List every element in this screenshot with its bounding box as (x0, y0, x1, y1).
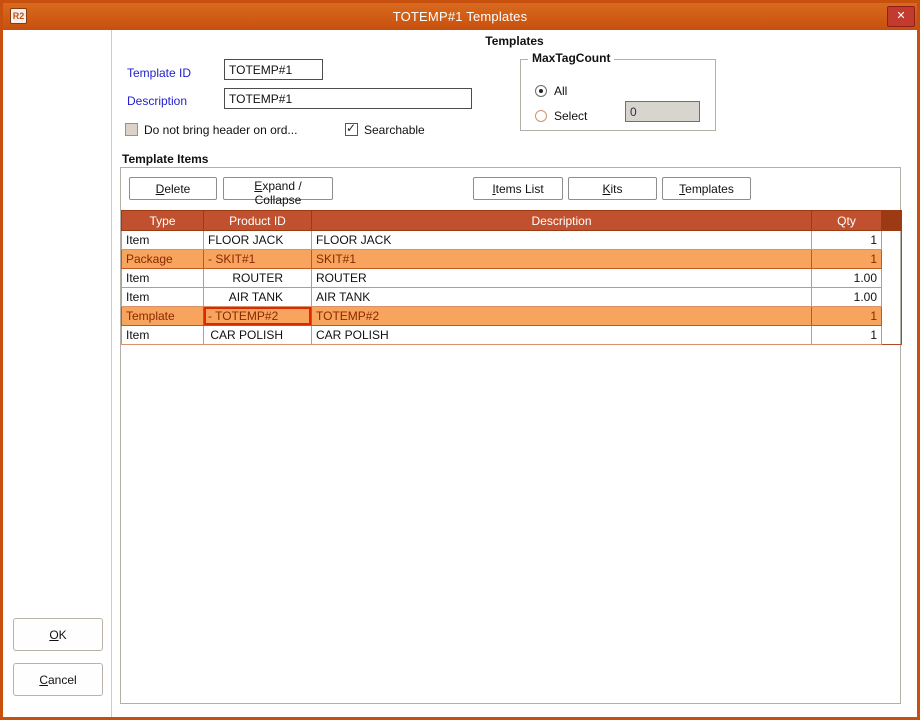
header-checkbox-label: Do not bring header on ord... (144, 123, 297, 137)
table-cell (882, 326, 902, 345)
delete-button[interactable]: Delete (129, 177, 217, 200)
templates-group-label: Templates (112, 34, 917, 48)
check-icon: ✓ (346, 121, 356, 135)
sidebar: OK Cancel (3, 30, 112, 717)
table-cell[interactable]: FLOOR JACK (204, 231, 312, 250)
table-cell[interactable]: 1.00 (812, 288, 882, 307)
table-cell[interactable]: ROUTER (312, 269, 812, 288)
maxtag-count-input (625, 101, 700, 122)
items-list-button[interactable]: Items List (473, 177, 563, 200)
table-cell[interactable]: Template (122, 307, 204, 326)
kits-button[interactable]: Kits (568, 177, 657, 200)
table-cell[interactable]: Item (122, 231, 204, 250)
table-cell (882, 288, 902, 307)
table-row[interactable]: Package- SKIT#1SKIT#11 (122, 250, 902, 269)
table-cell[interactable]: AIR TANK (312, 288, 812, 307)
table-row[interactable]: Template- TOTEMP#2TOTEMP#21 (122, 307, 902, 326)
cancel-button[interactable]: Cancel (13, 663, 103, 696)
header-checkbox[interactable]: ✓ (125, 123, 138, 136)
table-header-row: Type Product ID Description Qty (122, 211, 902, 231)
maxtagcount-group: MaxTagCount All Select (520, 59, 716, 131)
table-row[interactable]: ItemCAR POLISHCAR POLISH1 (122, 326, 902, 345)
col-header-description[interactable]: Description (312, 211, 812, 231)
table-cell[interactable]: SKIT#1 (312, 250, 812, 269)
table-row[interactable]: ItemROUTERROUTER1.00 (122, 269, 902, 288)
table-cell (882, 307, 902, 326)
table-cell[interactable]: CAR POLISH (312, 326, 812, 345)
table-cell[interactable]: 1 (812, 326, 882, 345)
ok-button[interactable]: OK (13, 618, 103, 651)
table-cell[interactable]: AIR TANK (204, 288, 312, 307)
table-cell[interactable]: FLOOR JACK (312, 231, 812, 250)
window-title: TOTEMP#1 Templates (3, 9, 917, 24)
template-id-label: Template ID (127, 66, 191, 80)
main-panel: Templates Template ID Description MaxTag… (112, 30, 917, 717)
radio-select[interactable] (535, 110, 547, 122)
app-icon: R2 (10, 8, 27, 24)
table-cell[interactable]: Item (122, 269, 204, 288)
table-cell (882, 269, 902, 288)
col-header-type[interactable]: Type (122, 211, 204, 231)
items-table: Type Product ID Description Qty ItemFLOO… (121, 210, 902, 345)
radio-select-label: Select (554, 109, 587, 123)
table-cell (882, 250, 902, 269)
searchable-checkbox[interactable]: ✓ (345, 123, 358, 136)
table-cell[interactable]: 1 (812, 307, 882, 326)
radio-all-label: All (554, 84, 567, 98)
close-button[interactable]: ✕ (887, 6, 915, 27)
col-header-qty[interactable]: Qty (812, 211, 882, 231)
table-cell[interactable]: CAR POLISH (204, 326, 312, 345)
table-cell[interactable]: Package (122, 250, 204, 269)
items-table-body: ItemFLOOR JACKFLOOR JACK1Package- SKIT#1… (122, 231, 902, 345)
template-id-input[interactable] (224, 59, 323, 80)
table-cell[interactable]: 1 (812, 231, 882, 250)
dialog-window: R2 TOTEMP#1 Templates ✕ OK Cancel Templa… (0, 0, 920, 720)
radio-all[interactable] (535, 85, 547, 97)
titlebar[interactable]: R2 TOTEMP#1 Templates ✕ (3, 3, 917, 30)
description-input[interactable] (224, 88, 472, 109)
table-cell[interactable]: TOTEMP#2 (312, 307, 812, 326)
table-cell[interactable]: ROUTER (204, 269, 312, 288)
expand-collapse-button[interactable]: Expand / Collapse (223, 177, 333, 200)
maxtagcount-label: MaxTagCount (528, 51, 614, 65)
table-cell[interactable]: - SKIT#1 (204, 250, 312, 269)
template-items-label: Template Items (122, 152, 208, 166)
description-label: Description (127, 94, 187, 108)
table-cell (882, 231, 902, 250)
dialog-body: OK Cancel Templates Template ID Descript… (3, 30, 917, 717)
table-row[interactable]: ItemFLOOR JACKFLOOR JACK1 (122, 231, 902, 250)
template-items-panel: Delete Expand / Collapse Items List Kits… (120, 167, 901, 704)
templates-button[interactable]: Templates (662, 177, 751, 200)
col-header-filler (882, 211, 902, 231)
table-cell[interactable]: Item (122, 288, 204, 307)
table-cell[interactable]: 1 (812, 250, 882, 269)
table-row[interactable]: ItemAIR TANKAIR TANK1.00 (122, 288, 902, 307)
table-cell[interactable]: Item (122, 326, 204, 345)
table-cell[interactable]: - TOTEMP#2 (204, 307, 312, 326)
searchable-checkbox-label: Searchable (364, 123, 425, 137)
col-header-product-id[interactable]: Product ID (204, 211, 312, 231)
table-cell[interactable]: 1.00 (812, 269, 882, 288)
